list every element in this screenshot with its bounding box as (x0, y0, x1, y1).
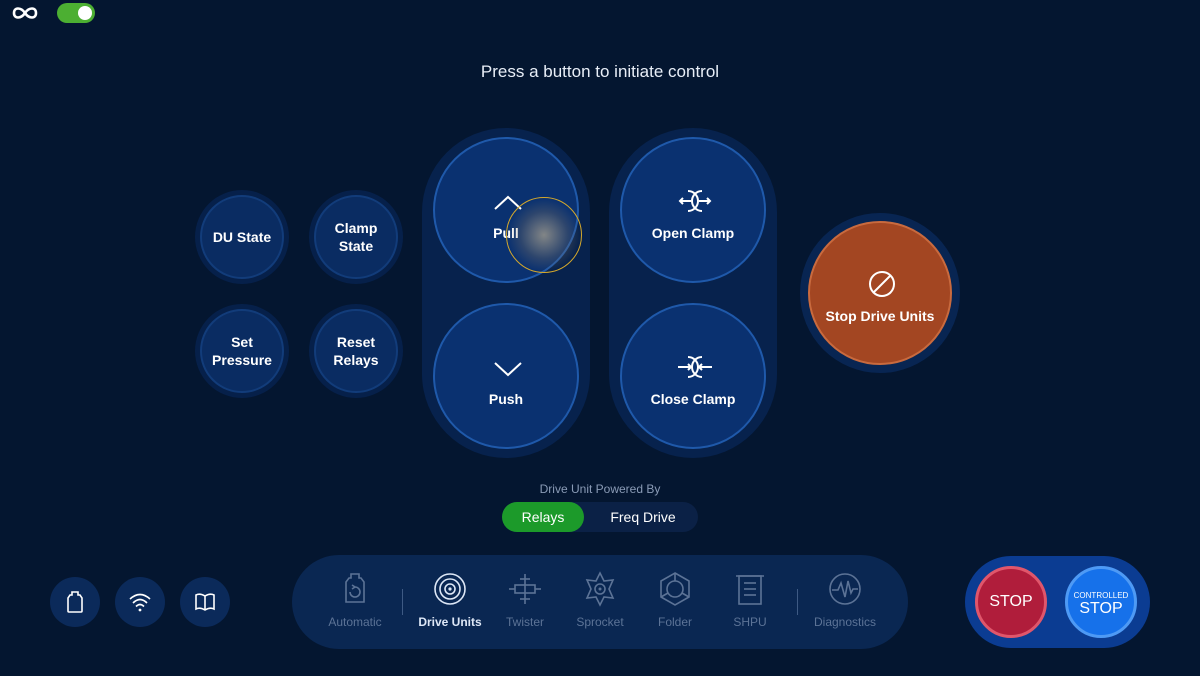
push-label: Push (488, 391, 524, 407)
du-state-button[interactable]: DU State (200, 195, 284, 279)
battery-button[interactable] (50, 577, 100, 627)
nav-item-twister[interactable]: Twister (485, 571, 565, 629)
nav-item-folder[interactable]: Folder (635, 571, 715, 629)
automatic-icon (345, 573, 365, 603)
nav-label-shpu: SHPU (733, 615, 767, 629)
twister-icon (509, 574, 541, 604)
toggle-knob (78, 6, 92, 20)
powered-by-label: Drive Unit Powered By (539, 482, 661, 496)
push-button[interactable]: Push (433, 303, 579, 449)
nav-label-automatic: Automatic (328, 615, 382, 629)
nav-item-shpu[interactable]: SHPU (710, 571, 790, 629)
sprocket-icon (585, 571, 615, 607)
nav-label-sprocket: Sprocket (576, 615, 624, 629)
controlled-label: CONTROLLED (1073, 591, 1129, 600)
nav-item-automatic[interactable]: Automatic (315, 571, 395, 629)
status-toggle[interactable] (57, 3, 95, 23)
relays-option[interactable]: Relays (502, 502, 584, 532)
set-pressure-button[interactable]: Set Pressure (200, 309, 284, 393)
controlled-stop-button[interactable]: CONTROLLED STOP (1065, 566, 1137, 638)
freq-drive-option[interactable]: Freq Drive (592, 502, 694, 532)
open-clamp-button[interactable]: Open Clamp (620, 137, 766, 283)
folder-icon (660, 572, 690, 606)
drive-units-screen: Press a button to initiate control DU St… (0, 0, 1200, 676)
chevron-down-icon (494, 362, 522, 377)
open-clamp-label: Open Clamp (651, 225, 735, 241)
reset-relays-button[interactable]: Reset Relays (314, 309, 398, 393)
bottom-navigation: Automatic Drive Units Twister Sprocket F… (292, 555, 908, 649)
battery-icon (67, 591, 83, 613)
shpu-icon (736, 575, 764, 605)
diagnostics-icon (829, 573, 861, 605)
touch-indicator (506, 197, 582, 273)
nav-divider (797, 589, 798, 615)
nav-item-diagnostics[interactable]: Diagnostics (805, 571, 885, 629)
wifi-button[interactable] (115, 577, 165, 627)
prohibited-icon (869, 271, 895, 297)
stop-drive-units-button[interactable]: Stop Drive Units (808, 221, 952, 365)
controlled-stop-label: STOP (1079, 600, 1123, 617)
nav-label-drive-units: Drive Units (418, 615, 482, 629)
close-clamp-label: Close Clamp (650, 391, 736, 407)
nav-label-twister: Twister (505, 615, 544, 629)
wifi-icon (129, 593, 151, 612)
open-clamp-icon (678, 190, 712, 212)
nav-item-drive-units[interactable]: Drive Units (410, 571, 490, 629)
nav-label-diagnostics: Diagnostics (813, 615, 877, 629)
power-source-toggle: Relays Freq Drive (502, 502, 698, 532)
nav-item-sprocket[interactable]: Sprocket (560, 571, 640, 629)
stop-drive-units-label: Stop Drive Units (825, 308, 935, 324)
instruction-text: Press a button to initiate control (480, 62, 720, 81)
infinity-logo-icon (12, 7, 38, 19)
manual-button[interactable] (180, 577, 230, 627)
close-clamp-icon (678, 356, 712, 378)
close-clamp-button[interactable]: Close Clamp (620, 303, 766, 449)
drive-units-icon (434, 573, 466, 605)
nav-label-folder: Folder (657, 615, 692, 629)
stop-button[interactable]: STOP (975, 566, 1047, 638)
clamp-state-button[interactable]: Clamp State (314, 195, 398, 279)
stop-panel: STOP CONTROLLED STOP (965, 556, 1150, 648)
book-icon (195, 593, 215, 611)
nav-divider (402, 589, 403, 615)
